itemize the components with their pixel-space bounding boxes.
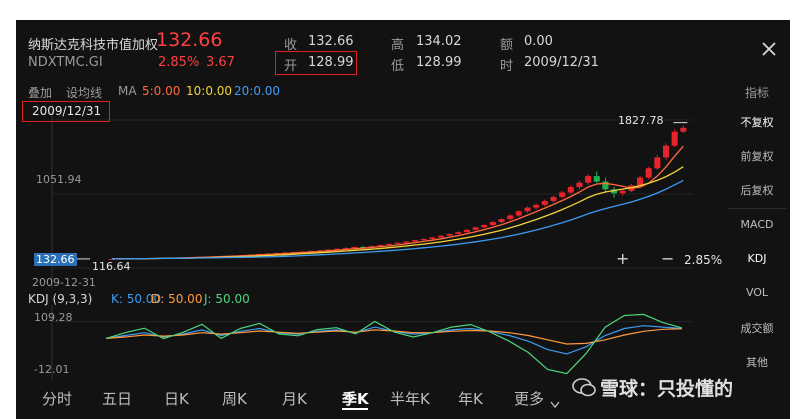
- candle-body: [507, 215, 514, 220]
- ma-label: MA: [118, 84, 137, 98]
- candle-body: [576, 182, 583, 187]
- ma5-value: 5:0.00: [142, 84, 181, 98]
- tab-quarterly-k[interactable]: 季K: [342, 388, 369, 409]
- candle-body: [472, 227, 479, 230]
- candle-body: [524, 207, 531, 212]
- ma5-line: [111, 145, 684, 260]
- candle-body: [637, 177, 644, 186]
- candle-body: [515, 211, 522, 216]
- candle-body: [559, 192, 566, 197]
- candle-body: [489, 222, 496, 226]
- candle-body: [394, 242, 401, 244]
- stock-code: NDXTMC.GI: [28, 55, 103, 70]
- kdj-j-line: [105, 313, 683, 375]
- candle-body: [654, 157, 661, 169]
- tab-monthly-k[interactable]: 月K: [282, 388, 307, 409]
- stock-name: 纳斯达克科技市值加权: [28, 38, 159, 53]
- close-icon[interactable]: [760, 40, 778, 58]
- candle-body: [567, 186, 574, 193]
- kdj-bottom-label: -12.01: [34, 363, 70, 376]
- wechat-logo-icon: [572, 376, 596, 402]
- time-label: 时: [500, 59, 514, 74]
- indicator-button[interactable]: 指标: [745, 84, 769, 101]
- candle-body: [403, 241, 410, 243]
- candle-body: [498, 219, 505, 223]
- candle-body: [455, 232, 462, 234]
- candle-body: [463, 229, 470, 233]
- change-abs: 3.67: [206, 55, 235, 70]
- low-marker-label: 116.64: [92, 260, 131, 273]
- close-value: 132.66: [308, 34, 354, 49]
- last-price: 132.66: [156, 29, 223, 51]
- right-sidebar: 不复权 前复权 后复权 MACD KDJ VOL 成交额 其他: [728, 106, 786, 376]
- tab-weekly-k[interactable]: 周K: [222, 388, 247, 409]
- zoom-in-button[interactable]: +: [616, 249, 629, 268]
- candle-body: [550, 196, 557, 202]
- kdj-d-value: D: 50.00: [151, 292, 203, 306]
- time-value: 2009/12/31: [524, 55, 599, 70]
- chevron-down-icon[interactable]: [550, 394, 560, 413]
- tab-intraday[interactable]: 分时: [42, 388, 72, 409]
- y-mid-label: 1051.94: [36, 173, 82, 186]
- sidebar-item-other[interactable]: 其他: [728, 354, 786, 370]
- change-right-label: 2.85%: [684, 253, 723, 267]
- quote-panel: 纳斯达克科技市值加权 132.66 NDXTMC.GI 2.85% 3.67 收…: [16, 20, 790, 419]
- kdj-j-value: J: 50.00: [204, 292, 250, 306]
- candle-body: [411, 240, 419, 242]
- kdj-d-line: [105, 328, 683, 345]
- kdj-title: KDJ (9,3,3): [28, 292, 93, 306]
- sidebar-item-macd[interactable]: MACD: [728, 218, 786, 231]
- candle-body: [437, 235, 444, 238]
- tab-more[interactable]: 更多: [514, 388, 544, 409]
- ma-settings-button[interactable]: 设均线: [66, 84, 102, 101]
- x-axis-date: 2009-12-31: [32, 276, 96, 289]
- low-label: 低: [391, 59, 405, 74]
- sidebar-divider: [728, 208, 786, 209]
- open-label: 开: [284, 59, 298, 74]
- candle-body: [385, 243, 393, 245]
- amount-value: 0.00: [524, 34, 553, 49]
- sidebar-item-turnover[interactable]: 成交额: [728, 320, 786, 336]
- ma20-value: 20:0.00: [234, 84, 281, 98]
- ma10-value: 10:0.00: [186, 84, 233, 98]
- candle-body: [645, 168, 652, 178]
- low-value: 128.99: [416, 55, 462, 70]
- tab-half-year-k[interactable]: 半年K: [390, 388, 430, 409]
- high-marker-label: 1827.78: [618, 114, 664, 127]
- overlay-button[interactable]: 叠加: [28, 84, 52, 101]
- open-value: 128.99: [308, 55, 354, 70]
- active-tab-underline: [342, 408, 368, 410]
- watermark-text: 雪球：只投懂的: [600, 378, 734, 400]
- candle-body: [481, 225, 488, 228]
- sidebar-item-vol[interactable]: VOL: [728, 286, 786, 299]
- candle-body: [663, 145, 670, 158]
- kdj-chart[interactable]: [16, 305, 726, 380]
- candle-body: [680, 127, 687, 132]
- candle-body: [541, 201, 548, 205]
- candle-body: [619, 190, 626, 194]
- candle-body: [446, 233, 453, 236]
- sidebar-item-backward-adjust[interactable]: 后复权: [728, 182, 786, 198]
- high-label: 高: [391, 38, 405, 53]
- change-pct: 2.85%: [158, 55, 200, 70]
- candle-body: [671, 131, 678, 146]
- candle-body: [533, 204, 540, 208]
- candle-body: [351, 246, 358, 248]
- price-tag: 132.66: [34, 253, 77, 266]
- tab-five-day[interactable]: 五日: [102, 388, 132, 409]
- high-value: 134.02: [416, 34, 462, 49]
- sidebar-item-no-adjust[interactable]: 不复权: [728, 114, 786, 130]
- amount-label: 额: [500, 38, 514, 53]
- candle-body: [429, 237, 436, 240]
- candle-body: [593, 176, 600, 182]
- tab-daily-k[interactable]: 日K: [164, 388, 189, 409]
- sidebar-item-kdj[interactable]: KDJ: [728, 252, 786, 265]
- tab-yearly-k[interactable]: 年K: [458, 388, 483, 409]
- candle-body: [420, 239, 427, 241]
- kdj-top-label: 109.28: [34, 311, 73, 324]
- zoom-out-button[interactable]: −: [661, 249, 674, 268]
- candle-body: [585, 176, 592, 183]
- sidebar-item-forward-adjust[interactable]: 前复权: [728, 148, 786, 164]
- crosshair-date: 2009/12/31: [32, 104, 102, 118]
